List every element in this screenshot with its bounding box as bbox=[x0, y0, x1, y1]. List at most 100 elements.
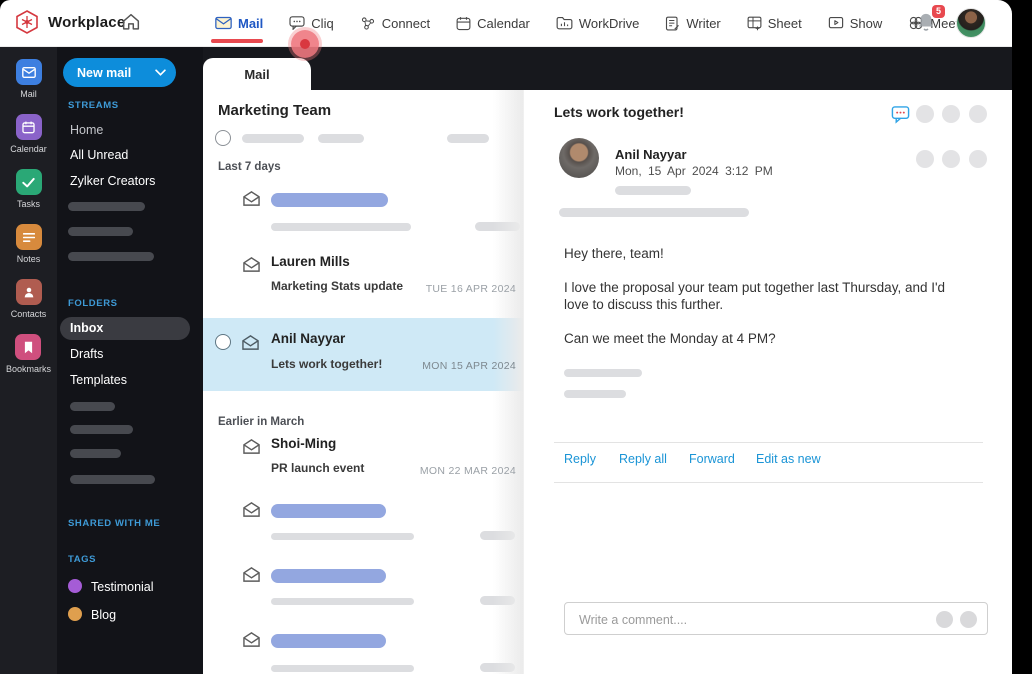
nav-item-workdrive[interactable]: WorkDrive bbox=[556, 0, 639, 46]
header-action-placeholder[interactable] bbox=[942, 105, 960, 123]
rail-item-bookmarks[interactable]: Bookmarks bbox=[6, 334, 51, 374]
skeleton-bar bbox=[564, 390, 626, 398]
rail-item-mail[interactable]: Mail bbox=[15, 59, 42, 99]
body-paragraph: Hey there, team! bbox=[564, 246, 664, 261]
nav-item-mail[interactable]: Mail bbox=[211, 0, 264, 46]
skeleton-bar bbox=[271, 223, 411, 231]
notifications-button[interactable]: 5 bbox=[916, 5, 945, 35]
skeleton-bar bbox=[271, 193, 388, 207]
mail-open-icon bbox=[243, 632, 260, 647]
sidebar-item-zylker-creators[interactable]: Zylker Creators bbox=[70, 174, 155, 188]
nav-item-show[interactable]: Show bbox=[828, 0, 882, 46]
edit-as-new-link[interactable]: Edit as new bbox=[756, 452, 821, 466]
mail-nav-icon bbox=[215, 16, 232, 30]
mail-tab-label: Mail bbox=[244, 66, 270, 82]
reply-all-link[interactable]: Reply all bbox=[619, 452, 667, 466]
sheet-icon bbox=[747, 16, 762, 30]
message-action-placeholder[interactable] bbox=[916, 150, 934, 168]
mail-open-icon bbox=[243, 567, 260, 582]
nav-item-writer[interactable]: Writer bbox=[665, 0, 721, 46]
comments-icon[interactable] bbox=[891, 105, 910, 124]
brand[interactable]: Workplace bbox=[14, 9, 125, 35]
comment-box bbox=[564, 602, 988, 636]
app-switcher-nav: Mail Cliq Connect Calendar WorkDrive Wri… bbox=[211, 0, 977, 46]
sidebar-item-tag-blog[interactable]: Blog bbox=[91, 608, 116, 622]
sidebar-item-all-unread[interactable]: All Unread bbox=[70, 148, 128, 162]
skeleton-bar bbox=[68, 252, 154, 261]
comment-action-placeholder[interactable] bbox=[960, 611, 977, 628]
mail-detail-pane: Lets work together! Anil Nayyar Mon, 15 … bbox=[523, 90, 1012, 674]
rail-item-notes[interactable]: Notes bbox=[15, 224, 42, 264]
sidebar-item-inbox[interactable]: Inbox bbox=[70, 321, 103, 335]
skeleton-bar bbox=[564, 369, 642, 377]
mail-open-icon bbox=[243, 191, 260, 206]
mail-tab[interactable]: Mail bbox=[203, 58, 311, 90]
sidebar-item-home[interactable]: Home bbox=[70, 123, 103, 137]
sidebar-item-drafts[interactable]: Drafts bbox=[70, 347, 103, 361]
content-header-band bbox=[203, 46, 1012, 90]
workplace-logo-icon bbox=[16, 10, 38, 34]
skeleton-bar bbox=[242, 134, 304, 143]
calendar-nav-icon bbox=[456, 16, 471, 30]
rail-label: Notes bbox=[16, 254, 41, 264]
user-avatar[interactable] bbox=[956, 8, 986, 38]
divider bbox=[554, 442, 983, 443]
header-action-placeholder[interactable] bbox=[916, 105, 934, 123]
streams-section-label: STREAMS bbox=[68, 100, 119, 111]
cliq-icon bbox=[289, 16, 305, 30]
rail-item-tasks[interactable]: Tasks bbox=[15, 169, 42, 209]
home-button[interactable] bbox=[120, 11, 142, 38]
mail-sender: Anil Nayyar bbox=[271, 331, 346, 346]
brand-name: Workplace bbox=[48, 13, 126, 31]
rail-item-calendar[interactable]: Calendar bbox=[10, 114, 47, 154]
skeleton-bar bbox=[271, 569, 386, 583]
select-all-checkbox[interactable] bbox=[215, 130, 231, 146]
mail-app-icon bbox=[15, 59, 42, 85]
mail-sender: Shoi-Ming bbox=[271, 436, 337, 451]
skeleton-bar bbox=[615, 186, 691, 195]
skeleton-bar bbox=[271, 634, 386, 648]
rail-label: Calendar bbox=[10, 144, 47, 154]
nav-label: Cliq bbox=[311, 15, 334, 31]
topbar-right: 5 bbox=[916, 0, 986, 46]
comment-action-placeholder[interactable] bbox=[936, 611, 953, 628]
mail-date: MON 15 APR 2024 bbox=[422, 360, 516, 372]
mail-select-checkbox[interactable] bbox=[215, 334, 231, 350]
divider bbox=[554, 482, 983, 483]
nav-item-connect[interactable]: Connect bbox=[360, 0, 430, 46]
new-mail-button[interactable]: New mail bbox=[63, 58, 176, 87]
comment-input[interactable] bbox=[577, 603, 881, 636]
skeleton-bar bbox=[68, 227, 133, 236]
header-action-placeholder[interactable] bbox=[969, 105, 987, 123]
forward-link[interactable]: Forward bbox=[689, 452, 735, 466]
onboarding-pulse-dot[interactable] bbox=[291, 30, 319, 58]
nav-label: Mail bbox=[238, 15, 264, 31]
mail-date: TUE 16 APR 2024 bbox=[425, 283, 516, 295]
reply-link[interactable]: Reply bbox=[564, 452, 596, 466]
mail-list-pane: Marketing Team Last 7 days Lauren Mills … bbox=[203, 90, 523, 674]
group-label-recent: Last 7 days bbox=[218, 161, 281, 173]
skeleton-bar bbox=[447, 134, 489, 143]
tasks-app-icon bbox=[15, 169, 42, 195]
workplace-app: Workplace Mail Cliq Connect Calendar Wor… bbox=[0, 0, 1032, 674]
nav-label: Connect bbox=[381, 15, 431, 31]
skeleton-bar bbox=[70, 475, 155, 484]
rail-label: Tasks bbox=[16, 199, 40, 209]
mail-list-item-anil-nayyar-selected[interactable]: Anil Nayyar Lets work together! MON 15 A… bbox=[203, 318, 523, 391]
skeleton-bar bbox=[271, 533, 414, 540]
message-action-placeholder[interactable] bbox=[942, 150, 960, 168]
nav-item-calendar[interactable]: Calendar bbox=[456, 0, 530, 46]
nav-item-sheet[interactable]: Sheet bbox=[747, 0, 802, 46]
message-action-placeholder[interactable] bbox=[969, 150, 987, 168]
sidebar-item-templates[interactable]: Templates bbox=[70, 373, 127, 387]
workdrive-icon bbox=[556, 17, 573, 30]
sidebar-item-tag-testimonial[interactable]: Testimonial bbox=[91, 580, 154, 594]
sender-avatar bbox=[559, 138, 599, 178]
rail-label: Contacts bbox=[10, 309, 47, 319]
skeleton-bar bbox=[318, 134, 364, 143]
rail-item-contacts[interactable]: Contacts bbox=[10, 279, 47, 319]
calendar-app-icon bbox=[15, 114, 42, 140]
bookmarks-app-icon bbox=[15, 334, 42, 360]
body-paragraph: Can we meet the Monday at 4 PM? bbox=[564, 331, 776, 346]
new-mail-label: New mail bbox=[77, 65, 132, 80]
